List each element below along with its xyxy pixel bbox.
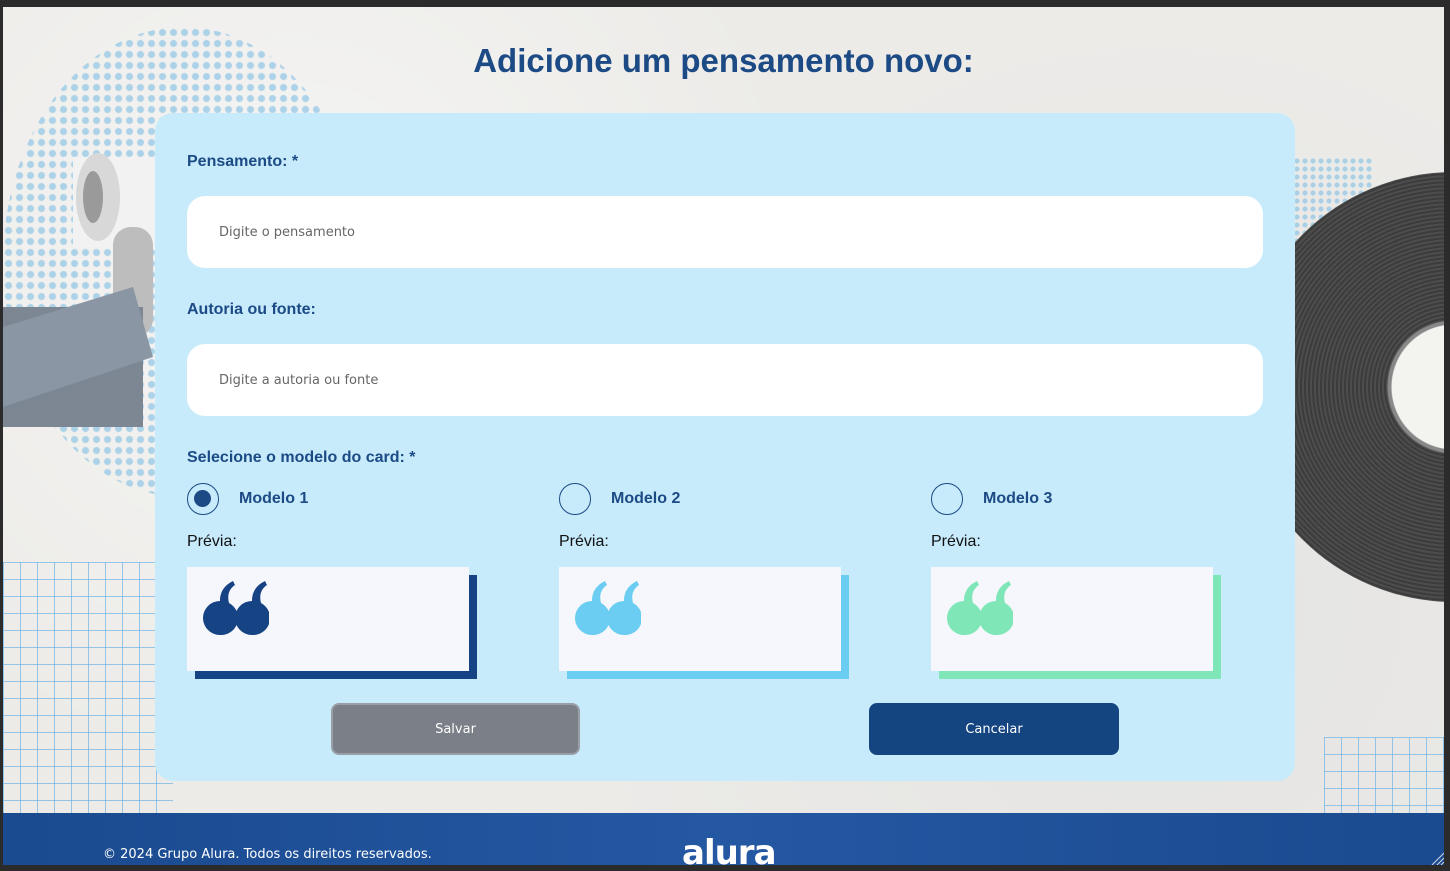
preview-card-2	[559, 567, 841, 671]
preview-label: Prévia:	[559, 533, 609, 550]
preview-label: Prévia:	[187, 533, 237, 550]
page-footer: © 2024 Grupo Alura. Todos os direitos re…	[3, 813, 1444, 865]
model-3-radio[interactable]	[931, 483, 963, 515]
decorative-grid	[1324, 737, 1444, 822]
model-3-label[interactable]: Modelo 3	[983, 490, 1052, 508]
model-1-radio[interactable]	[187, 483, 219, 515]
model-option-1: Modelo 1 Prévia:	[187, 483, 487, 683]
author-input[interactable]	[187, 344, 1263, 416]
quote-icon	[947, 581, 1013, 635]
model-2-label[interactable]: Modelo 2	[611, 490, 680, 508]
model-1-label[interactable]: Modelo 1	[239, 490, 308, 508]
alura-logo: alura	[682, 833, 777, 865]
quote-icon	[575, 581, 641, 635]
model-option-2: Modelo 2 Prévia:	[559, 483, 859, 683]
preview-card-3	[931, 567, 1213, 671]
megaphone-hand-image	[3, 153, 163, 427]
preview-label: Prévia:	[931, 533, 981, 550]
save-button[interactable]: Salvar	[331, 703, 580, 755]
footer-copyright: © 2024 Grupo Alura. Todos os direitos re…	[103, 847, 432, 862]
decorative-grid	[3, 562, 173, 822]
page-title: Adicione um pensamento novo:	[473, 42, 974, 79]
quote-icon	[203, 581, 269, 635]
thought-form: Pensamento: * Autoria ou fonte: Selecion…	[155, 113, 1295, 781]
author-label: Autoria ou fonte:	[187, 301, 316, 318]
preview-card-1	[187, 567, 469, 671]
app-viewport: Adicione um pensamento novo: Pensamento:…	[3, 7, 1444, 865]
model-2-radio[interactable]	[559, 483, 591, 515]
model-option-3: Modelo 3 Prévia:	[931, 483, 1231, 683]
resize-handle-icon[interactable]	[1430, 851, 1444, 865]
cancel-button[interactable]: Cancelar	[869, 703, 1119, 755]
model-select-label: Selecione o modelo do card: *	[187, 449, 416, 466]
thought-label: Pensamento: *	[187, 153, 299, 170]
thought-input[interactable]	[187, 196, 1263, 268]
